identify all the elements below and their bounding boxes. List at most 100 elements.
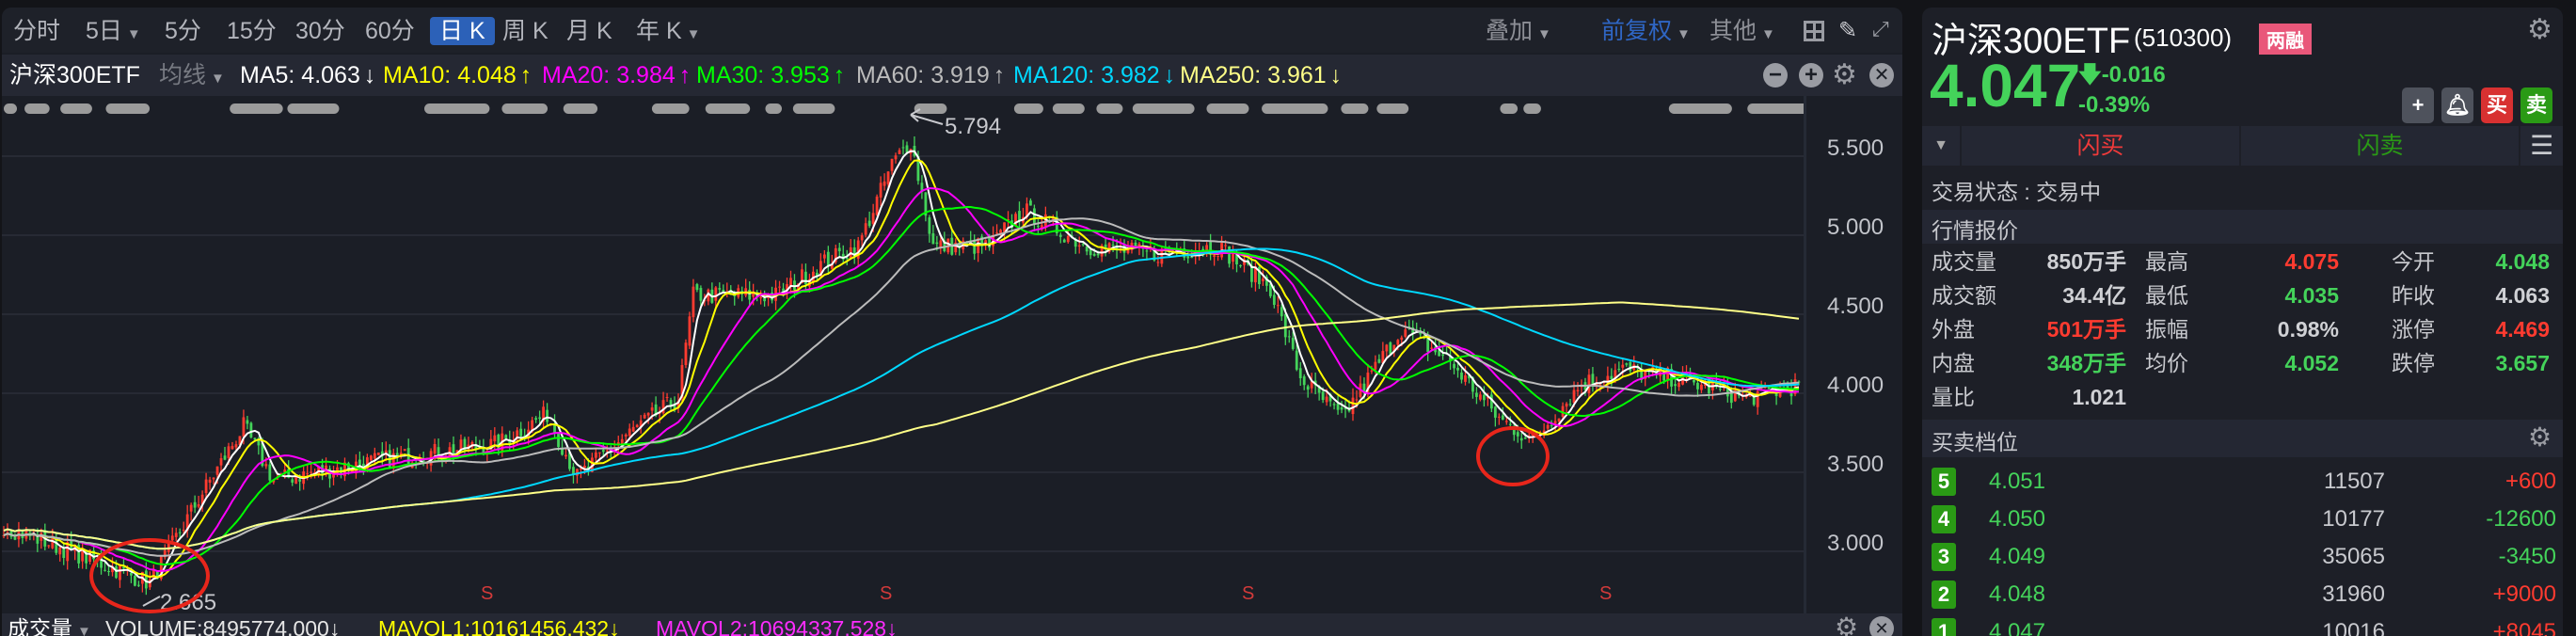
candle	[1404, 321, 1407, 339]
menu-icon[interactable]: ☰	[2520, 126, 2563, 166]
sell-button[interactable]: 卖	[2520, 87, 2552, 123]
candle	[643, 412, 646, 420]
ma-line-30	[3, 206, 1800, 566]
event-marker	[60, 103, 92, 114]
stat-label: 外盘	[1932, 317, 1975, 342]
candle	[384, 441, 388, 462]
close-icon[interactable]: ✕	[1869, 616, 1894, 636]
candle	[1239, 264, 1242, 268]
buy-button[interactable]: 买	[2481, 87, 2513, 123]
y-tick-label: 5.000	[1827, 215, 1884, 240]
candle	[1576, 382, 1580, 397]
candle	[576, 469, 579, 484]
ma-line-10	[3, 159, 1800, 579]
alert-bell-icon[interactable]: 🔔︎	[2441, 87, 2473, 123]
candle	[639, 415, 643, 434]
candle	[1389, 341, 1392, 355]
candle	[189, 502, 193, 521]
layout-grid-icon[interactable]	[1804, 21, 1824, 41]
order-change: +9000	[2492, 581, 2556, 607]
quote-section-header: 行情报价	[1922, 210, 2563, 244]
candle	[928, 215, 931, 243]
event-marker	[4, 103, 18, 114]
flash-buy-button[interactable]: 闪买	[1962, 126, 2239, 166]
fullscreen-icon[interactable]: ⤢	[1872, 17, 1889, 41]
stat-label: 最高	[2145, 249, 2188, 274]
candle	[1411, 320, 1415, 342]
settings-gear-icon[interactable]: ⚙	[2527, 13, 2552, 46]
quote-panel: 沪深300ETF (510300) 两融 ⚙ 4.047 🡇-0.016 -0.…	[1922, 8, 2563, 636]
candle	[1137, 242, 1141, 256]
indicator-dropdown[interactable]: 成交量 ▼	[8, 615, 91, 636]
candle	[332, 465, 335, 485]
candle	[1058, 232, 1062, 244]
volume-legend: 成交量 ▼ VOLUME:8495774.000↓ MAVOL1:10161456…	[2, 612, 1902, 636]
candle	[391, 448, 395, 474]
event-marker	[705, 103, 751, 114]
candle	[744, 278, 748, 298]
stat-label: 均价	[2145, 351, 2188, 375]
candle	[197, 496, 200, 509]
ma-line-250	[3, 301, 1800, 550]
candle	[163, 544, 167, 560]
order-book-row[interactable]: 2 4.048 31960 +9000	[1922, 578, 2563, 612]
candle	[204, 472, 208, 500]
candle	[1107, 242, 1111, 254]
stat-value: 4.063	[2495, 283, 2550, 308]
event-marker	[501, 103, 549, 114]
y-tick-label: 4.000	[1827, 373, 1884, 398]
candle	[1359, 375, 1362, 399]
candle	[707, 288, 710, 306]
order-volume: 31960	[2322, 581, 2385, 607]
candle	[223, 446, 227, 461]
candle	[789, 270, 792, 294]
stat-value: 4.035	[2284, 283, 2339, 308]
candle	[665, 392, 669, 402]
event-marker	[1013, 103, 1043, 114]
candle	[1306, 384, 1310, 398]
order-volume: 11507	[2324, 469, 2385, 494]
candle	[1276, 295, 1280, 313]
collapse-icon[interactable]: ▼	[1922, 126, 1960, 166]
low-arrow-icon	[142, 596, 161, 607]
flash-sell-button[interactable]: 闪卖	[2241, 126, 2519, 166]
settings-gear-icon[interactable]: ⚙	[1832, 58, 1857, 91]
candle	[841, 245, 845, 263]
event-marker	[765, 103, 782, 114]
order-volume: 10016	[2322, 619, 2385, 636]
candle	[931, 225, 935, 245]
order-volume: 35065	[2322, 544, 2385, 569]
stat-label: 成交额	[1932, 283, 1996, 308]
candle	[822, 249, 826, 263]
candle	[890, 158, 894, 175]
close-icon[interactable]: ✕	[1869, 63, 1894, 87]
candle	[1029, 198, 1032, 206]
candle	[1332, 402, 1336, 410]
settings-gear-icon[interactable]: ⚙	[2528, 421, 2552, 453]
candle	[1591, 367, 1595, 392]
order-price: 4.047	[1988, 619, 2045, 636]
stat-value: 0.98%	[2277, 317, 2339, 342]
candle	[684, 339, 688, 369]
candle	[1213, 253, 1216, 266]
order-book-row[interactable]: 1 4.047 10016 +8045	[1922, 615, 2563, 636]
candle	[973, 234, 977, 261]
order-book-row[interactable]: 3 4.049 35065 -3450	[1922, 540, 2563, 574]
candle	[246, 416, 249, 430]
candle	[1228, 246, 1231, 268]
settings-gear-icon[interactable]: ⚙	[1835, 612, 1858, 636]
candle	[328, 465, 331, 488]
candle	[1258, 265, 1261, 290]
stat-label: 成交量	[1932, 249, 1996, 274]
candlestick-chart[interactable]: 5.7942.665	[2, 8, 1804, 613]
event-marker	[792, 103, 835, 114]
order-book-row[interactable]: 5 4.051 11507 +600	[1922, 465, 2563, 499]
event-marker	[287, 103, 340, 114]
order-book-row[interactable]: 4 4.050 10177 -12600	[1922, 502, 2563, 536]
signal-marker: S	[880, 583, 893, 604]
draw-brush-icon[interactable]: ✎	[1838, 17, 1857, 44]
event-marker	[1341, 103, 1369, 114]
add-watchlist-button[interactable]: +	[2402, 87, 2434, 123]
candle	[62, 542, 66, 565]
y-tick-label: 3.500	[1827, 452, 1884, 477]
